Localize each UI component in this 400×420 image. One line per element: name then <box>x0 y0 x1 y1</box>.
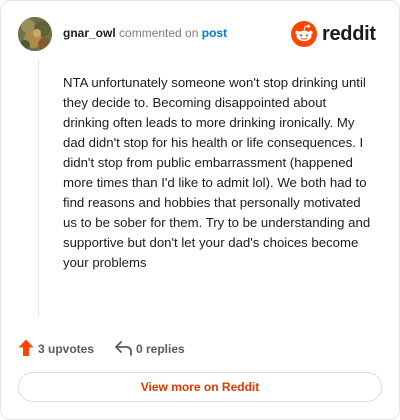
reddit-snoo-icon <box>291 21 317 47</box>
username-link[interactable]: gnar_owl <box>63 26 116 40</box>
embedded-comment-card: gnar_owl commented on post reddit NTA un… <box>0 0 400 420</box>
upvote-count: 3 upvotes <box>38 342 95 356</box>
reply-count: 0 replies <box>136 342 185 356</box>
view-more-button[interactable]: View more on Reddit <box>18 372 382 402</box>
commented-on-text: commented on <box>119 26 199 40</box>
thread-line <box>38 59 39 317</box>
reply-arrow-icon <box>115 341 132 356</box>
reddit-logo[interactable]: reddit <box>291 21 383 47</box>
upvote-arrow-icon <box>18 339 34 356</box>
comment-meta: gnar_owl commented on post <box>63 26 227 40</box>
comment-header: gnar_owl commented on post reddit <box>18 17 383 53</box>
reply-button[interactable]: 0 replies <box>115 339 205 359</box>
post-link[interactable]: post <box>202 26 227 40</box>
reddit-wordmark: reddit <box>322 23 376 45</box>
upvote-button[interactable]: 3 upvotes <box>18 339 98 359</box>
user-avatar[interactable] <box>18 17 52 51</box>
comment-actions: 3 upvotes 0 replies <box>18 339 378 359</box>
comment-body: NTA unfortunately someone won't stop dri… <box>63 75 371 270</box>
